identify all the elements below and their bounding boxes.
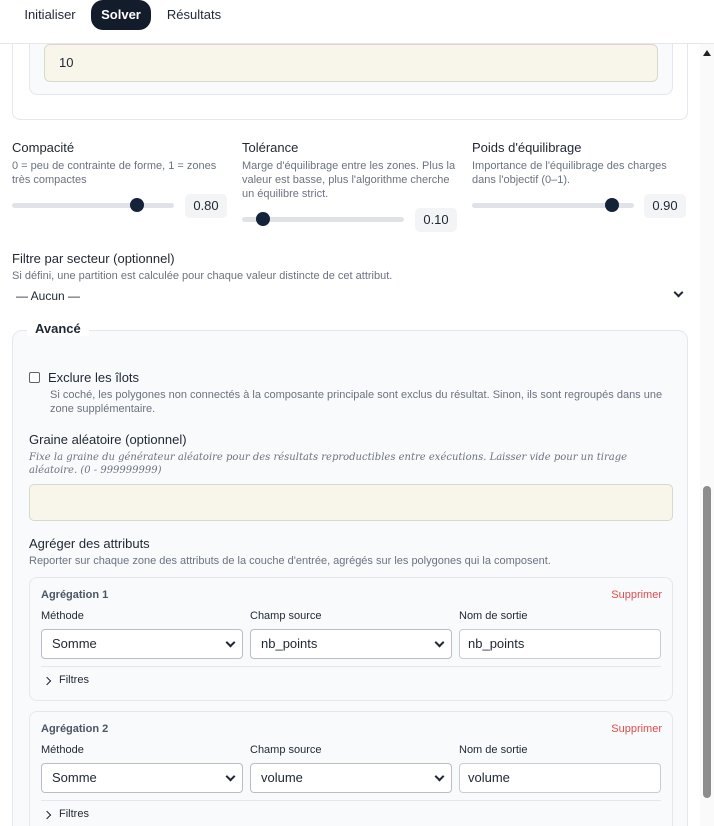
method-select[interactable]: Somme xyxy=(41,629,243,659)
output-name-input[interactable]: volume xyxy=(459,763,661,793)
chevron-right-icon[interactable] xyxy=(42,810,52,820)
poids-value: 0.90 xyxy=(644,194,686,218)
filter-description: Si défini, une partition est calculée po… xyxy=(12,270,393,282)
chevron-down-icon xyxy=(225,637,236,648)
poids-slider-handle[interactable] xyxy=(605,198,619,212)
tab-initialiser[interactable]: Initialiser xyxy=(14,0,86,30)
compacite-value: 0.80 xyxy=(185,194,227,218)
aggregation-card: Agrégation 1 Supprimer Méthode Champ sou… xyxy=(29,577,673,701)
chevron-down-icon xyxy=(434,771,445,782)
method-select-value: Somme xyxy=(52,770,97,785)
poids-param: Poids d'équilibrage Importance de l'équi… xyxy=(472,140,692,187)
seed-description: Fixe la graine du générateur aléatoire p… xyxy=(29,452,628,476)
compacite-label: Compacité xyxy=(12,140,75,155)
output-name-label: Nom de sortie xyxy=(459,744,528,756)
source-field-label: Champ source xyxy=(250,610,322,622)
previous-number-input[interactable]: 10 xyxy=(44,44,658,82)
top-nav: Initialiser Solver Résultats xyxy=(0,0,714,44)
scroll-thumb[interactable] xyxy=(703,486,711,798)
poids-slider[interactable]: 0.90 xyxy=(472,194,692,218)
filter-title: Filtre par secteur (optionnel) xyxy=(12,251,175,266)
compacite-slider-handle[interactable] xyxy=(130,198,144,212)
compacite-param: Compacité 0 = peu de contrainte de forme… xyxy=(12,140,232,187)
previous-field-group: 10 xyxy=(29,44,673,95)
source-field-select-value: nb_points xyxy=(261,636,318,651)
sector-filter-select[interactable]: — Aucun — xyxy=(12,286,688,306)
chevron-down-icon xyxy=(673,287,684,298)
output-name-input[interactable]: nb_points xyxy=(459,629,661,659)
source-field-label: Champ source xyxy=(250,744,322,756)
method-select-value: Somme xyxy=(52,636,97,651)
chevron-down-icon xyxy=(225,771,236,782)
compacite-slider-track[interactable] xyxy=(12,203,174,208)
tolerance-description: Marge d'équilibrage entre les zones. Plu… xyxy=(242,160,456,200)
tolerance-slider[interactable]: 0.10 xyxy=(242,208,462,232)
advanced-legend: Avancé xyxy=(27,321,89,336)
solver-panel: 10 Compacité 0 = peu de contrainte de fo… xyxy=(0,44,700,826)
method-label: Méthode xyxy=(41,744,84,756)
divider xyxy=(41,800,661,801)
source-field-select[interactable]: volume xyxy=(250,763,452,793)
delete-aggregation-button[interactable]: Supprimer xyxy=(611,589,662,601)
output-name-label: Nom de sortie xyxy=(459,610,528,622)
seed-title: Graine aléatoire (optionnel) xyxy=(29,432,187,447)
exclude-islands-label[interactable]: Exclure les îlots xyxy=(48,370,139,385)
sector-filter-value: — Aucun — xyxy=(16,289,81,303)
method-select[interactable]: Somme xyxy=(41,763,243,793)
tolerance-slider-handle[interactable] xyxy=(256,212,270,226)
filters-toggle[interactable]: Filtres xyxy=(59,808,89,820)
poids-description: Importance de l'équilibrage des charges … xyxy=(472,160,667,186)
divider xyxy=(41,666,661,667)
advanced-fieldset: Avancé Exclure les îlots Si coché, les p… xyxy=(12,321,688,826)
filters-toggle[interactable]: Filtres xyxy=(59,674,89,686)
chevron-down-icon xyxy=(434,637,445,648)
exclude-islands-checkbox[interactable] xyxy=(29,372,40,383)
exclude-islands-description: Si coché, les polygones non connectés à … xyxy=(50,389,663,415)
aggregation-name: Agrégation 1 xyxy=(41,589,109,601)
method-label: Méthode xyxy=(41,610,84,622)
seed-input[interactable] xyxy=(29,484,673,521)
aggregation-name: Agrégation 2 xyxy=(41,723,109,735)
scrollbar[interactable] xyxy=(700,44,714,826)
scroll-up-arrow-icon[interactable] xyxy=(703,50,711,56)
tab-solver[interactable]: Solver xyxy=(91,0,151,30)
source-field-select[interactable]: nb_points xyxy=(250,629,452,659)
previous-section-card: 10 xyxy=(12,44,688,120)
tab-resultats[interactable]: Résultats xyxy=(158,0,230,30)
compacite-slider[interactable]: 0.80 xyxy=(12,194,232,218)
tolerance-param: Tolérance Marge d'équilibrage entre les … xyxy=(242,140,462,201)
aggregate-description: Reporter sur chaque zone des attributs d… xyxy=(29,555,551,567)
tolerance-label: Tolérance xyxy=(242,140,299,155)
delete-aggregation-button[interactable]: Supprimer xyxy=(611,723,662,735)
compacite-description: 0 = peu de contrainte de forme, 1 = zone… xyxy=(12,160,217,186)
source-field-select-value: volume xyxy=(261,770,303,785)
aggregate-title: Agréger des attributs xyxy=(29,536,150,551)
chevron-right-icon[interactable] xyxy=(42,676,52,686)
poids-label: Poids d'équilibrage xyxy=(472,140,582,155)
tolerance-value: 0.10 xyxy=(415,208,457,232)
aggregation-card: Agrégation 2 Supprimer Méthode Champ sou… xyxy=(29,711,673,826)
